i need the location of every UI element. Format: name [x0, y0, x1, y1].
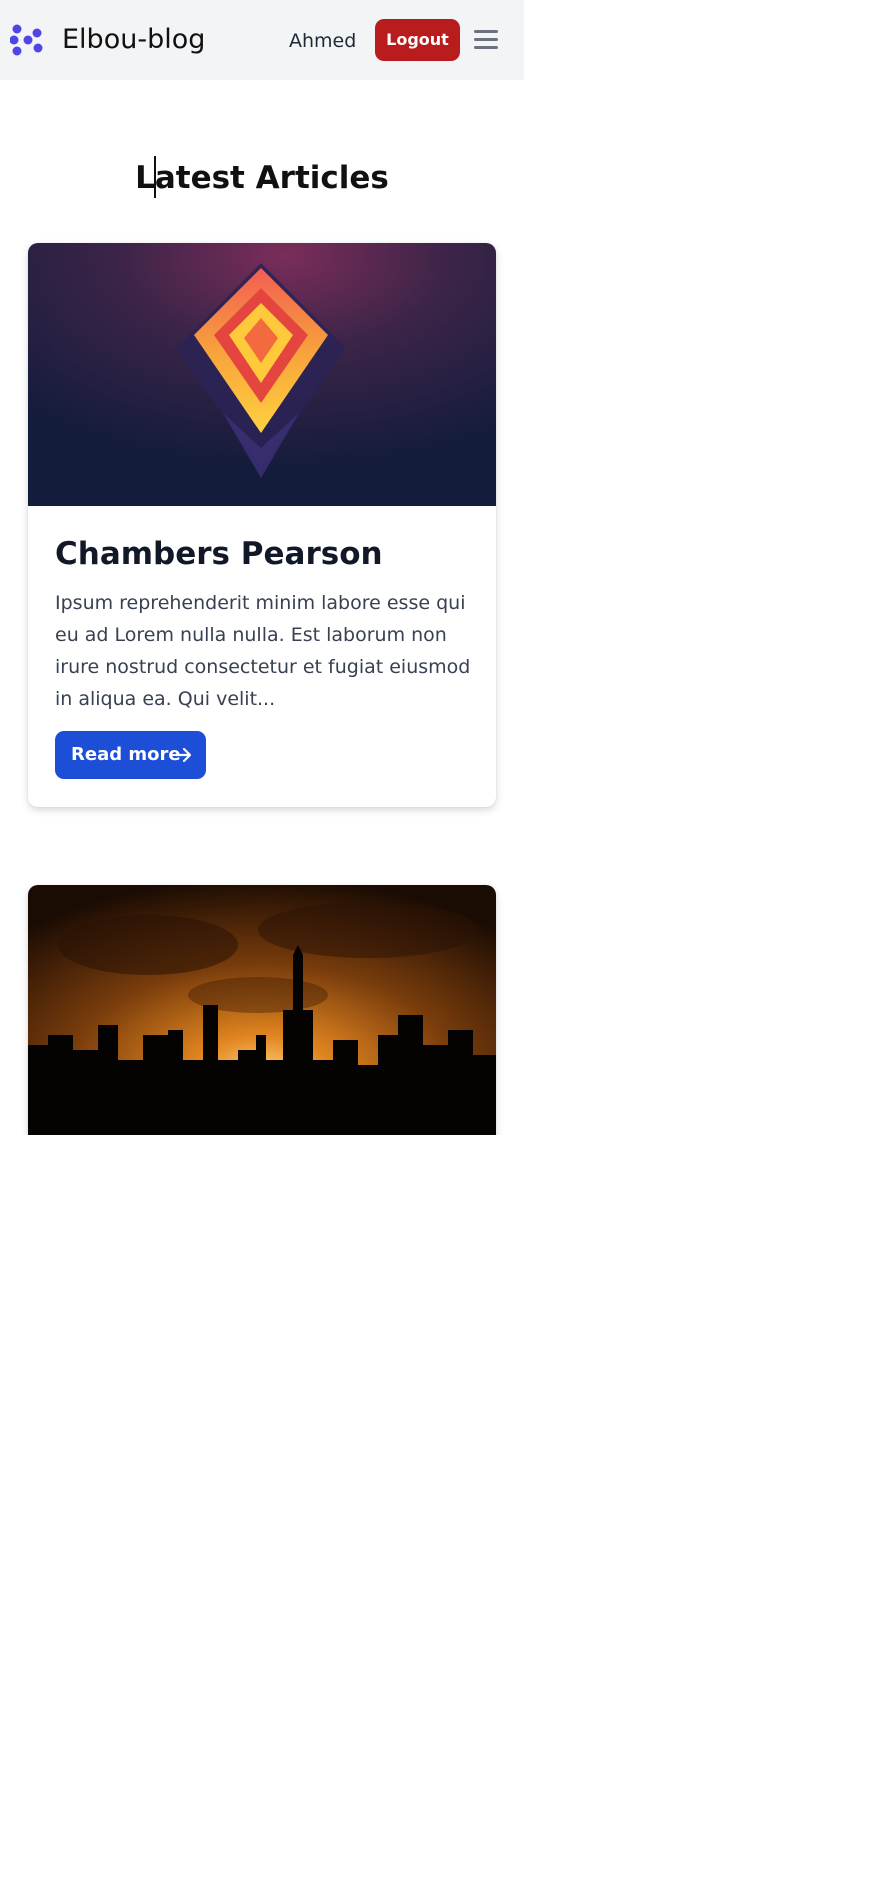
- read-more-button[interactable]: Read more: [55, 731, 206, 779]
- app-viewport: Elbou-blog Ahmed Logout Latest Articles: [0, 0, 524, 1135]
- article-card: Chambers Pearson Ipsum reprehenderit min…: [28, 243, 496, 807]
- page-title: Latest Articles: [135, 160, 389, 196]
- logout-button[interactable]: Logout: [375, 19, 460, 61]
- read-more-label: Read more: [71, 744, 181, 765]
- article-image-skyline[interactable]: [28, 885, 496, 1135]
- article-excerpt: Ipsum reprehenderit minim labore esse qu…: [55, 592, 471, 710]
- article-image-abstract[interactable]: [28, 243, 496, 506]
- article-card: [28, 885, 496, 1135]
- hamburger-menu-icon[interactable]: [473, 27, 499, 53]
- arrow-right-icon: [174, 747, 192, 763]
- article-title[interactable]: Chambers Pearson: [55, 534, 383, 574]
- logo-icon[interactable]: [10, 23, 46, 57]
- brand-name[interactable]: Elbou-blog: [62, 23, 205, 57]
- app-root: Elbou-blog Ahmed Logout Latest Articles: [0, 0, 877, 1899]
- top-navbar: Elbou-blog Ahmed Logout: [0, 0, 524, 80]
- user-name[interactable]: Ahmed: [289, 28, 356, 54]
